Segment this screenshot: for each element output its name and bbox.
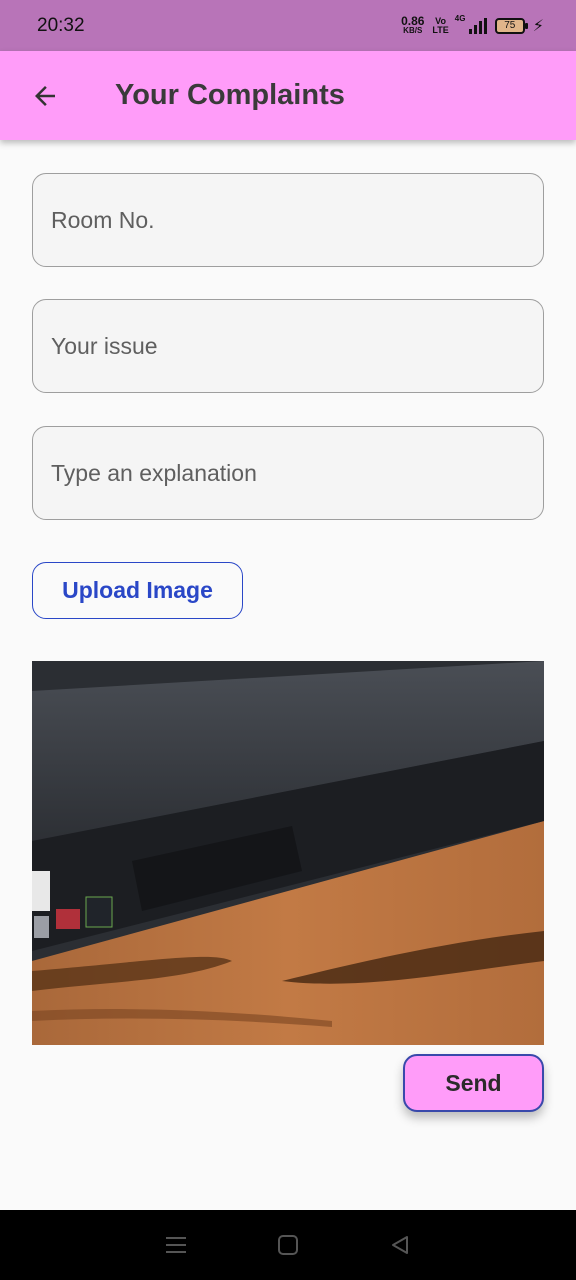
battery-icon: 75	[494, 17, 528, 34]
app-bar: Your Complaints	[0, 51, 576, 140]
network-speed: 0.86 KB/S	[401, 13, 425, 35]
nav-home-button[interactable]	[268, 1225, 308, 1265]
uploaded-image-preview	[32, 661, 544, 1045]
volte-icon: Vo LTE	[432, 16, 449, 35]
menu-icon	[166, 1237, 186, 1253]
home-icon	[278, 1235, 298, 1255]
upload-image-button[interactable]: Upload Image	[32, 562, 243, 619]
system-nav-bar	[0, 1210, 576, 1280]
send-button[interactable]: Send	[403, 1054, 544, 1112]
explanation-field[interactable]	[32, 426, 544, 520]
page-title: Your Complaints	[115, 79, 345, 111]
network-speed-value: 0.86	[401, 13, 425, 28]
status-bar: 20:32 0.86 KB/S Vo LTE 4G 75 ⚡	[0, 0, 576, 51]
nav-back-button[interactable]	[380, 1225, 420, 1265]
network-generation: 4G	[454, 13, 466, 23]
network-speed-unit: KB/S	[403, 25, 423, 35]
room-number-field[interactable]	[32, 173, 544, 267]
uploaded-photo	[32, 661, 544, 1045]
back-icon	[392, 1236, 408, 1254]
room-number-input[interactable]	[51, 206, 525, 234]
status-icons: 0.86 KB/S Vo LTE 4G 75 ⚡	[401, 13, 544, 36]
explanation-input[interactable]	[51, 459, 525, 487]
issue-input[interactable]	[51, 332, 525, 360]
volte-bottom: LTE	[432, 24, 449, 35]
issue-field[interactable]	[32, 299, 544, 393]
battery-level: 75	[504, 19, 516, 31]
nav-menu-button[interactable]	[156, 1225, 196, 1265]
arrow-left-icon	[35, 85, 55, 106]
signal-icon: 4G	[455, 14, 487, 34]
back-button[interactable]	[15, 66, 75, 126]
charging-icon: ⚡	[532, 17, 544, 35]
status-time: 20:32	[37, 14, 85, 36]
